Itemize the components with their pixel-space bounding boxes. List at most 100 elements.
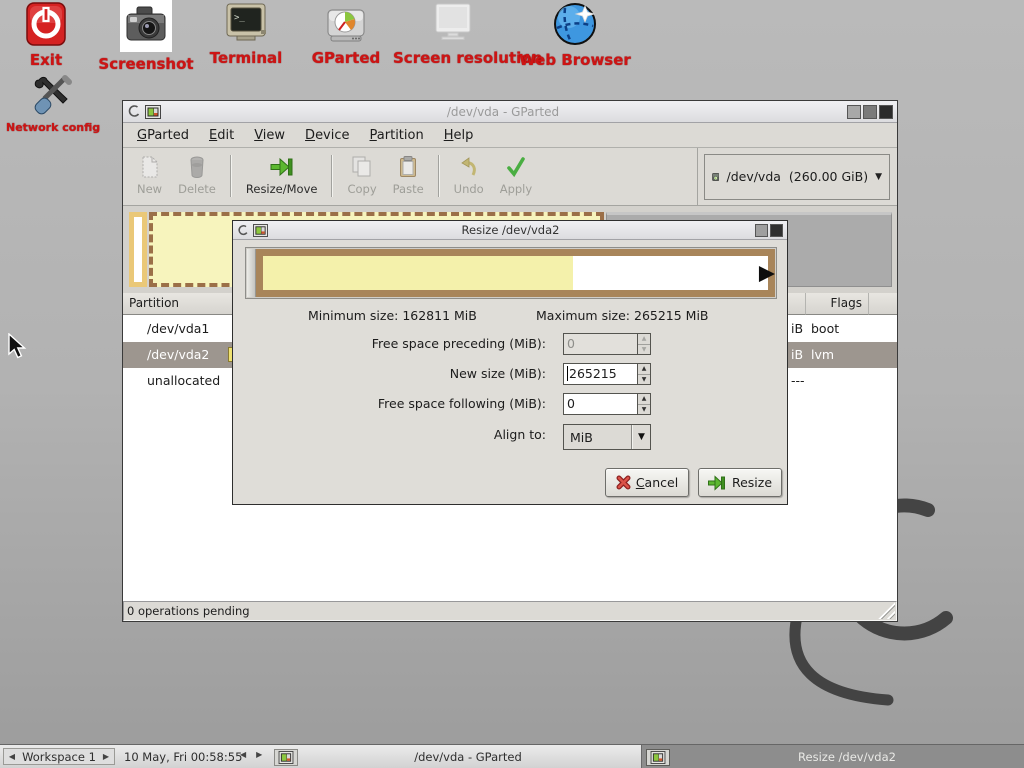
gparted-icon (323, 2, 369, 46)
delete-partition-icon (189, 156, 205, 178)
dialog-titlebar[interactable]: Resize /dev/vda2 (233, 221, 787, 240)
toolbar-separator (331, 155, 333, 197)
desktop-icon-terminal[interactable]: >_ Terminal (198, 2, 294, 67)
main-window-titlebar[interactable]: /dev/vda - GParted (123, 101, 897, 123)
chevron-down-icon: ▼ (633, 432, 650, 442)
undo-button[interactable]: Undo (446, 151, 492, 205)
main-window-title: /dev/vda - GParted (161, 105, 845, 119)
taskbar-task-resize-dialog[interactable]: Resize /dev/vda2 (641, 745, 1024, 768)
desktop-icon-network-config[interactable]: Network config (6, 72, 98, 134)
apply-icon (506, 156, 526, 178)
toolbar-separator (438, 155, 440, 197)
svg-text:>_: >_ (234, 13, 245, 23)
desktop-icon-screenshot[interactable]: Screenshot (98, 0, 194, 73)
resize-track (263, 256, 768, 290)
mouse-cursor (8, 333, 28, 361)
spin-up-icon[interactable]: ▲ (638, 364, 650, 375)
spin-down-icon[interactable]: ▼ (638, 345, 650, 355)
minimize-button[interactable] (847, 105, 861, 119)
text-caret (567, 366, 568, 381)
menubar: GParted Edit View Device Partition Help (123, 123, 897, 148)
window-swirl-icon (237, 224, 249, 237)
resize-confirm-button[interactable]: Resize (698, 468, 782, 497)
resize-move-button[interactable]: Resize/Move (238, 151, 326, 205)
screen-resolution-icon (430, 2, 476, 46)
resize-border-area: ▶ (256, 249, 775, 297)
toolbar: New Delete Resize/Move Copy Paste (123, 148, 897, 206)
dialog-maximize-button[interactable] (755, 224, 768, 237)
close-button[interactable] (879, 105, 893, 119)
undo-icon (460, 156, 478, 178)
new-partition-icon (141, 156, 159, 178)
copy-button[interactable]: Copy (339, 151, 384, 205)
screenshot-icon (123, 3, 169, 49)
spin-up-icon[interactable]: ▲ (638, 394, 650, 405)
resize-grip[interactable] (877, 601, 895, 619)
desktop-icon-web-browser[interactable]: Web Browser (515, 0, 635, 69)
statusbar: 0 operations pending (123, 601, 897, 621)
column-header-end (869, 293, 897, 315)
free-space-following-field[interactable]: 0 ▲ ▼ (563, 393, 651, 415)
desktop-icon-label: Screenshot (98, 55, 194, 73)
resize-right-handle-icon[interactable]: ▶ (759, 263, 775, 284)
spin-down-icon[interactable]: ▼ (638, 405, 650, 415)
taskbar: ◀ Workspace 1 ▶ 10 May, Fri 00:58:55 ◀ ▶… (0, 744, 1024, 768)
workspace-label: Workspace 1 (22, 750, 96, 764)
paste-button[interactable]: Paste (385, 151, 432, 205)
network-config-icon (29, 72, 75, 118)
cancel-x-icon (616, 475, 631, 490)
workspace-switcher[interactable]: ◀ Workspace 1 ▶ (3, 748, 115, 765)
apply-button[interactable]: Apply (492, 151, 540, 205)
desktop-icon-exit[interactable]: Exit (0, 2, 92, 69)
spin-buttons[interactable]: ▲ ▼ (637, 394, 650, 414)
toolbar-separator (230, 155, 232, 197)
maximum-size-label: Maximum size: 265215 MiB (536, 308, 709, 323)
menu-help[interactable]: Help (434, 125, 484, 146)
column-header-flags[interactable]: Flags (806, 293, 869, 315)
align-to-dropdown[interactable]: MiB ▼ (563, 424, 651, 450)
menu-gparted[interactable]: GParted (127, 125, 199, 146)
web-browser-icon (551, 0, 599, 48)
desktop-icon-label: Terminal (198, 49, 294, 67)
cancel-button[interactable]: Cancel (605, 468, 689, 497)
spin-buttons[interactable]: ▲ ▼ (637, 364, 650, 384)
menu-device[interactable]: Device (295, 125, 359, 146)
maximize-button[interactable] (863, 105, 877, 119)
partition-visual-vda1[interactable] (129, 212, 147, 287)
dialog-close-button[interactable] (770, 224, 783, 237)
statusbar-text: 0 operations pending (127, 604, 250, 618)
device-selector-value: /dev/vda (260.00 GiB) (726, 169, 868, 184)
spin-down-icon[interactable]: ▼ (638, 375, 650, 385)
device-combo-zone: /dev/vda (260.00 GiB) ▼ (697, 148, 896, 205)
desktop-icon-label: Network config (6, 121, 98, 134)
desktop-icon-label: Web Browser (515, 51, 635, 69)
resize-used-extent (263, 256, 573, 290)
workspace-next-icon[interactable]: ▶ (103, 752, 109, 761)
taskbar-clock: 10 May, Fri 00:58:55 (124, 750, 242, 764)
task-scroll-right-icon[interactable]: ▶ (256, 750, 262, 759)
resize-dialog: Resize /dev/vda2 ▶ Minimum size: 162811 … (232, 220, 788, 505)
menu-edit[interactable]: Edit (199, 125, 244, 146)
task-icon (274, 749, 298, 766)
desktop-icon-label: Screen resolution (393, 49, 513, 67)
desktop-icon-screen-resolution[interactable]: Screen resolution (393, 2, 513, 67)
resize-slider: ▶ (245, 247, 777, 299)
menu-partition[interactable]: Partition (360, 125, 434, 146)
resize-left-handle[interactable] (247, 249, 256, 297)
desktop-icon-label: GParted (298, 49, 394, 67)
minimum-size-label: Minimum size: 162811 MiB (308, 308, 477, 323)
menu-view[interactable]: View (244, 125, 295, 146)
workspace-prev-icon[interactable]: ◀ (9, 752, 15, 761)
gparted-mini-icon (145, 105, 161, 119)
new-button[interactable]: New (129, 151, 170, 205)
task-scroll-left-icon[interactable]: ◀ (240, 750, 246, 759)
delete-button[interactable]: Delete (170, 151, 224, 205)
spin-up-icon[interactable]: ▲ (638, 334, 650, 345)
desktop-icon-gparted[interactable]: GParted (298, 2, 394, 67)
new-size-field[interactable]: 265215 ▲ ▼ (563, 363, 651, 385)
device-selector[interactable]: /dev/vda (260.00 GiB) ▼ (704, 154, 890, 200)
task-scroll-arrows: ◀ ▶ (240, 750, 262, 759)
taskbar-task-gparted[interactable]: /dev/vda - GParted (270, 746, 638, 768)
free-space-preceding-field[interactable]: 0 ▲ ▼ (563, 333, 651, 355)
spin-buttons[interactable]: ▲ ▼ (637, 334, 650, 354)
